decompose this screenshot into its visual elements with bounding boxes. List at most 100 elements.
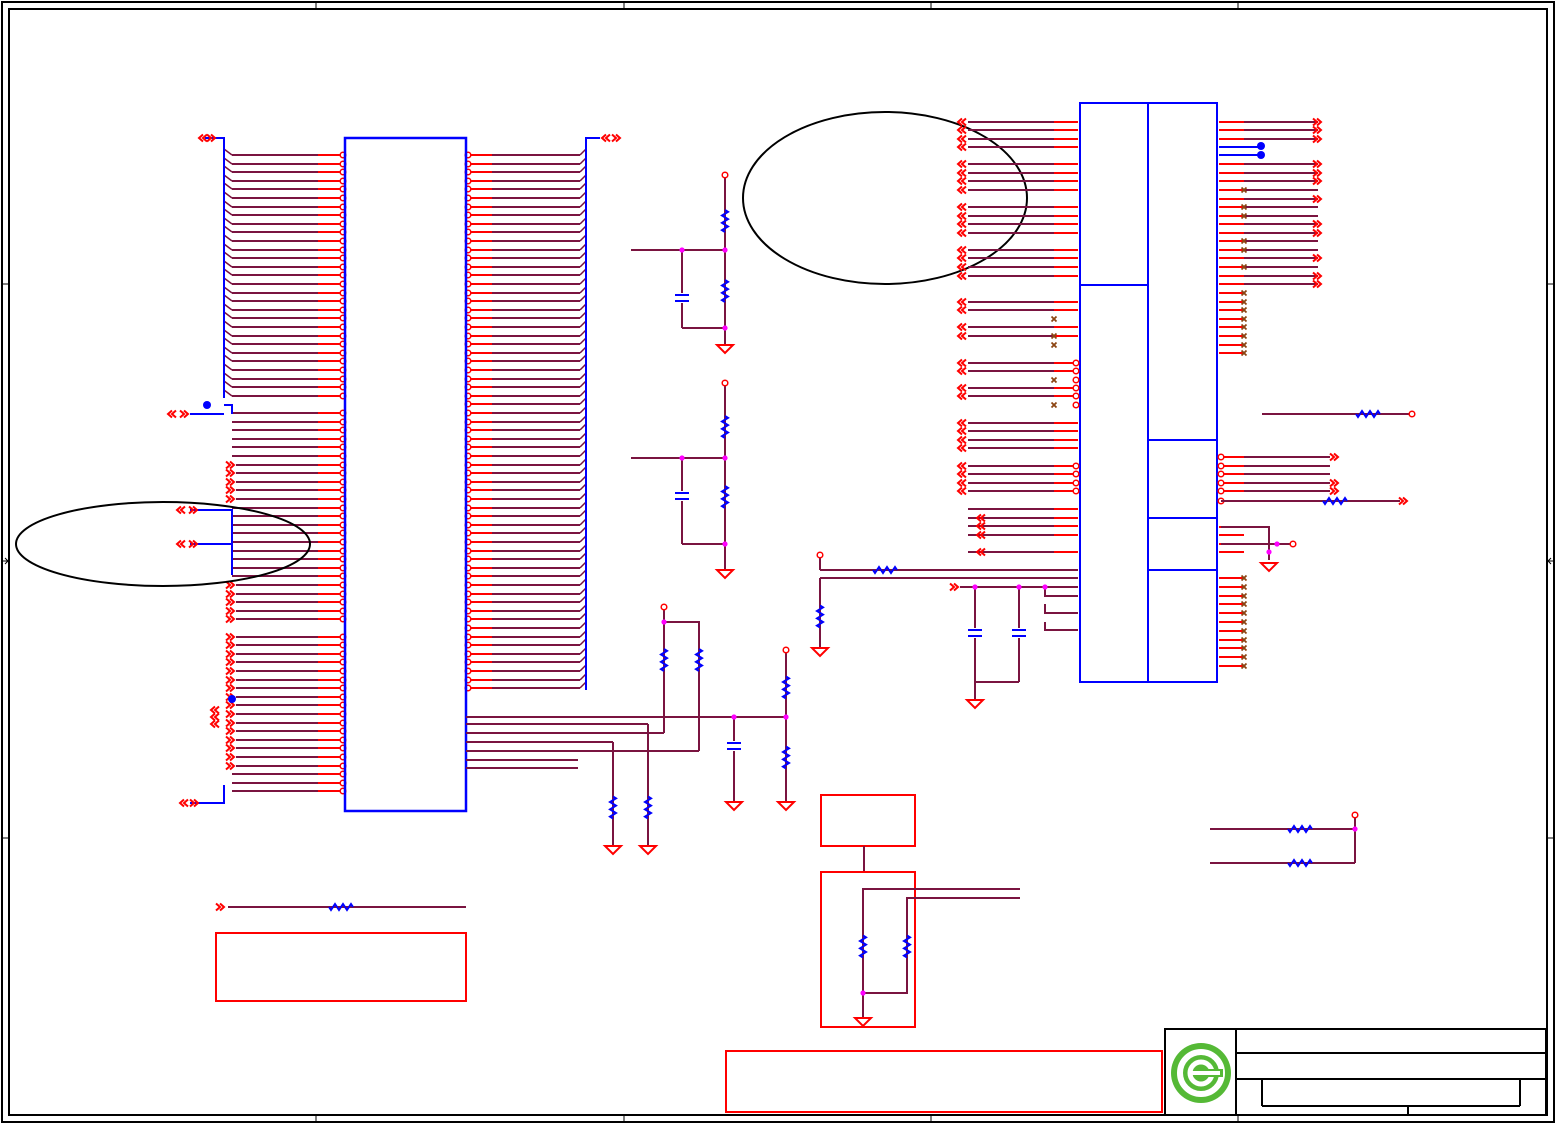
pin-terminal	[782, 646, 790, 654]
resistor-icon	[872, 565, 898, 575]
bus-entry	[223, 174, 233, 182]
connector-arrow-icon	[956, 391, 967, 401]
connector-arrow-icon	[175, 505, 186, 515]
connector-arrow-icon	[225, 718, 236, 728]
connector-arrow-icon	[956, 262, 967, 272]
ground-icon	[637, 845, 659, 856]
bus-entry	[223, 182, 233, 190]
connector-arrow-icon	[600, 133, 611, 143]
connector-arrow-icon	[956, 245, 967, 255]
connector-arrow-icon	[956, 322, 967, 332]
connector-arrow-icon	[956, 176, 967, 186]
pin-terminal	[1072, 462, 1080, 470]
sheet-frame	[1, 1, 1555, 1123]
connector-arrow-icon	[1329, 452, 1340, 462]
connector-arrow-icon	[225, 649, 236, 659]
resistor-icon	[720, 485, 730, 509]
capacitor-icon	[727, 741, 741, 751]
pin-terminal	[721, 379, 729, 387]
ground-icon	[852, 1017, 874, 1028]
junction-dot	[722, 325, 728, 331]
pin-terminal	[1217, 453, 1225, 461]
bus-entry	[223, 354, 233, 362]
bus-entry	[223, 208, 233, 216]
connector-arrow-icon	[225, 632, 236, 642]
connector-arrow-icon	[225, 683, 236, 693]
resistor-icon	[858, 934, 868, 959]
bus-entry	[223, 346, 233, 354]
ground-icon	[964, 699, 986, 710]
connector-arrow-icon	[1329, 486, 1340, 496]
schematic-symbols	[166, 133, 1416, 1028]
connector-arrow-icon	[225, 752, 236, 762]
resistor-icon	[328, 902, 354, 912]
resistor-icon	[815, 604, 825, 629]
junction-dot	[722, 455, 728, 461]
ic-decoupling-caps	[960, 586, 1078, 700]
bus-entry	[223, 217, 233, 225]
resistor-icon	[1322, 496, 1348, 506]
connector-arrow-icon	[949, 582, 960, 592]
bus-entry	[223, 148, 233, 156]
bus-entry	[223, 157, 233, 165]
connector-arrow-icon	[956, 443, 967, 453]
connector-arrow-icon	[225, 735, 236, 745]
bus-entry	[223, 311, 233, 319]
rc-network-lower	[466, 555, 1078, 845]
junction-dot	[731, 714, 737, 720]
connector-arrow-icon	[225, 606, 236, 616]
capacitor-icon	[675, 491, 689, 501]
pin-terminal	[1351, 811, 1359, 819]
connector-arrow-icon	[956, 435, 967, 445]
pin-terminal	[1072, 470, 1080, 478]
note-box-small	[820, 794, 916, 847]
capacitor-icon	[675, 293, 689, 303]
ground-icon	[714, 344, 736, 355]
resistor-icon	[659, 648, 669, 672]
connector-arrow-icon	[225, 597, 236, 607]
capacitor-icon	[1012, 628, 1026, 638]
no-connect-icon	[1050, 401, 1058, 409]
connector-arrow-icon	[209, 705, 220, 715]
rc-network-upper	[631, 175, 726, 570]
bus-entry	[223, 268, 233, 276]
pin-terminal	[1217, 470, 1225, 478]
junction-dot	[1266, 549, 1272, 555]
ground-icon	[1258, 562, 1280, 573]
junction-dot	[1016, 584, 1022, 590]
bus-entry	[223, 372, 233, 380]
schematic-sheet	[0, 0, 1556, 1124]
connector-arrow-icon	[225, 477, 236, 487]
bus-entry	[223, 243, 233, 251]
no-connect-icon	[1050, 341, 1058, 349]
ground-icon	[809, 647, 831, 658]
pin-terminal	[816, 551, 824, 559]
junction-dot	[1274, 541, 1280, 547]
connector-arrow-icon	[956, 358, 967, 368]
connector-arrow-icon	[209, 712, 220, 722]
main-connector-body	[343, 136, 468, 813]
resistor-icon	[694, 648, 704, 672]
pin-terminal	[1072, 487, 1080, 495]
pin-terminal	[1072, 479, 1080, 487]
junction-dots	[203, 142, 1265, 703]
connector-arrow-icon	[956, 469, 967, 479]
connector-arrow-icon	[956, 305, 967, 315]
pin-terminal	[1072, 359, 1080, 367]
right-bus-rail	[585, 137, 600, 690]
pin-terminal	[1072, 376, 1080, 384]
bus-entry	[223, 251, 233, 259]
resistor-icon	[1287, 824, 1313, 834]
connector-arrow-icon	[209, 719, 220, 729]
bus-entry	[223, 165, 233, 173]
connector-arrow-icon	[225, 468, 236, 478]
connector-arrow-icon	[956, 418, 967, 428]
no-connect-icon	[1050, 315, 1058, 323]
connector-arrow-icon	[956, 331, 967, 341]
junction-dot	[972, 584, 978, 590]
connector-arrow-icon	[178, 798, 189, 808]
connector-arrow-icon	[225, 485, 236, 495]
connector-arrow-icon	[166, 409, 177, 419]
left-connector-wires	[223, 148, 347, 795]
pin-terminal	[1072, 367, 1080, 375]
